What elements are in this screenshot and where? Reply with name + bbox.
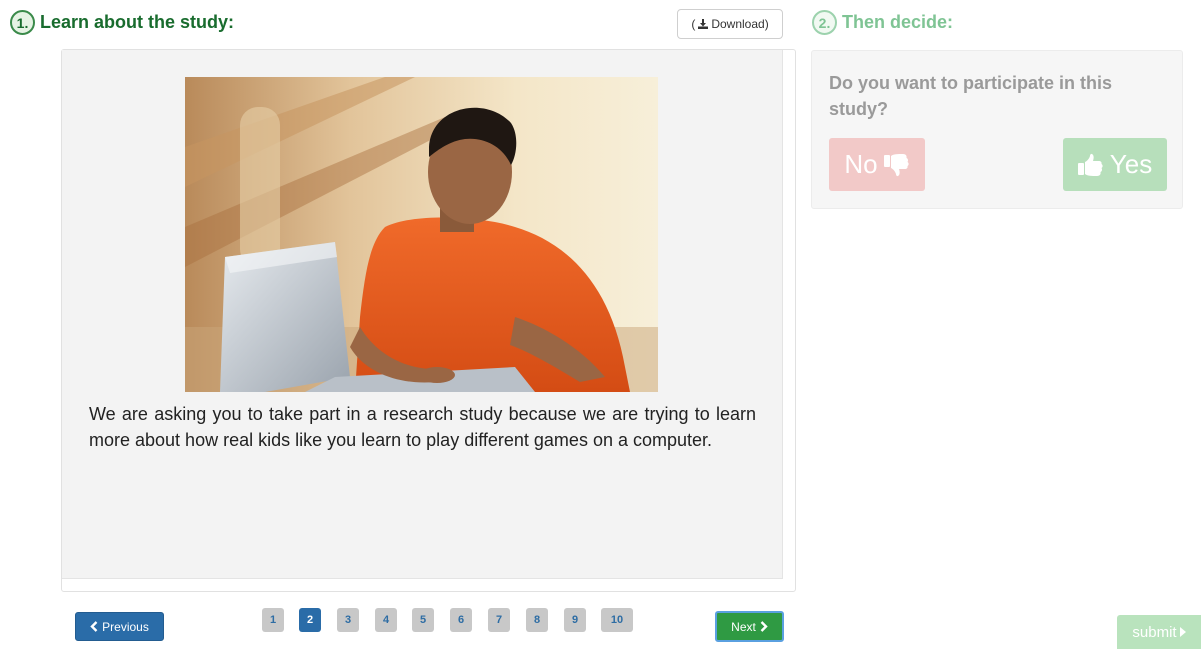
- previous-label: Previous: [102, 619, 149, 634]
- download-icon: [698, 19, 709, 29]
- download-open-paren: (: [691, 17, 696, 31]
- next-label: Next: [731, 619, 756, 634]
- download-button[interactable]: ( Download ): [677, 9, 783, 39]
- page-button-2[interactable]: 2: [299, 608, 321, 632]
- submit-label: submit: [1132, 623, 1177, 641]
- chevron-right-icon: [760, 621, 768, 632]
- step2-number: 2.: [812, 10, 837, 35]
- page-button-8[interactable]: 8: [526, 608, 548, 632]
- download-label: Download: [711, 17, 765, 31]
- decision-panel: Do you want to participate in this study…: [811, 50, 1183, 209]
- step2-header: 2. Then decide:: [812, 10, 953, 35]
- decision-question: Do you want to participate in this study…: [829, 73, 1113, 119]
- step1-header: 1. Learn about the study:: [10, 10, 234, 35]
- submit-button[interactable]: submit: [1117, 615, 1201, 649]
- no-label: No: [844, 149, 878, 179]
- page-button-3[interactable]: 3: [337, 608, 359, 632]
- step1-number: 1.: [10, 10, 35, 35]
- consent-page: 1. Learn about the study: ( Download ) 2…: [0, 0, 1201, 649]
- step1-title: Learn about the study:: [40, 12, 235, 32]
- thumbs-down-icon: [883, 153, 909, 176]
- no-button[interactable]: No: [829, 138, 925, 191]
- chevron-left-icon: [90, 621, 98, 632]
- study-photo: [185, 77, 658, 392]
- yes-button[interactable]: Yes: [1063, 138, 1167, 191]
- page-button-4[interactable]: 4: [375, 608, 397, 632]
- next-button[interactable]: Next: [715, 611, 784, 642]
- page-button-5[interactable]: 5: [412, 608, 434, 632]
- page-button-9[interactable]: 9: [564, 608, 586, 632]
- yes-label: Yes: [1109, 149, 1153, 179]
- thumbs-up-icon: [1077, 153, 1103, 176]
- download-close-paren: ): [764, 17, 769, 31]
- page-button-6[interactable]: 6: [450, 608, 472, 632]
- caret-right-icon: [1179, 627, 1186, 637]
- step2-title: Then decide:: [842, 12, 954, 32]
- page-button-7[interactable]: 7: [488, 608, 510, 632]
- page-button-1[interactable]: 1: [262, 608, 284, 632]
- page-button-10[interactable]: 10: [601, 608, 633, 632]
- study-panel[interactable]: We are asking you to take part in a rese…: [62, 50, 783, 579]
- study-description: We are asking you to take part in a rese…: [89, 404, 756, 450]
- kid-with-laptop-illustration: [185, 77, 658, 392]
- previous-button[interactable]: Previous: [75, 612, 164, 641]
